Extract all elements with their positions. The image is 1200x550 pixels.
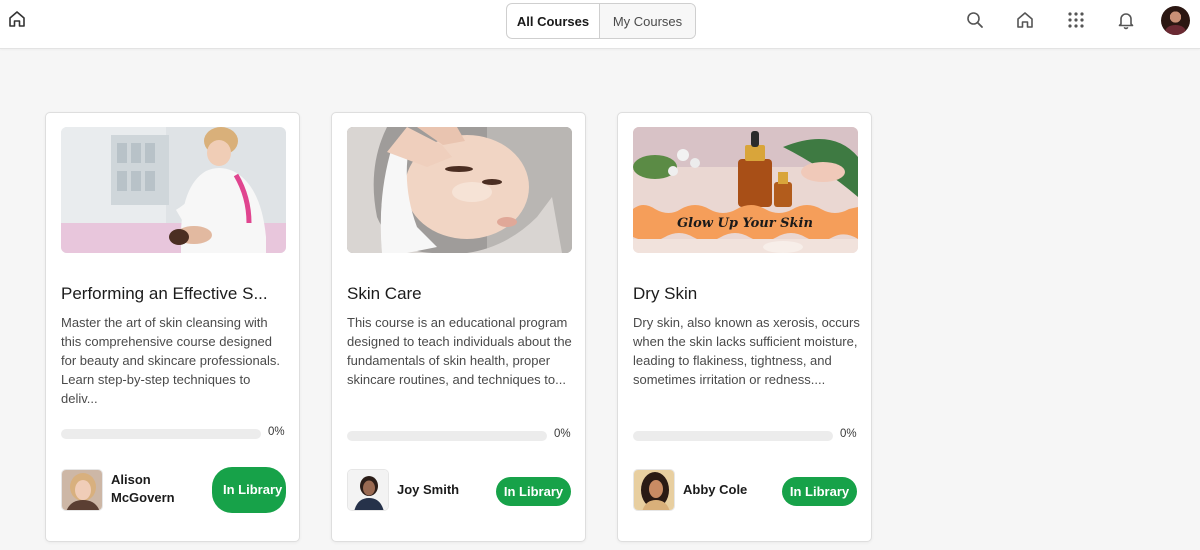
apps-grid-icon[interactable] [1066,10,1086,30]
user-avatar[interactable] [1161,6,1190,35]
course-thumbnail: Glow Up Your Skin [633,127,858,253]
in-library-button[interactable]: In Library [782,477,857,506]
course-card[interactable]: Glow Up Your Skin Dry Skin Dry skin, als… [617,112,872,542]
course-description: This course is an educational program de… [347,315,572,387]
home-icon[interactable] [1015,10,1035,30]
course-thumbnail [61,127,286,253]
author-name: Abby Cole [683,482,748,497]
progress-bar [347,431,547,441]
course-title[interactable]: Dry Skin [633,284,858,304]
home-icon[interactable] [7,9,27,29]
course-thumbnail [347,127,572,253]
course-filter-toggle: All Courses My Courses [506,3,696,39]
course-description: Dry skin, also known as xerosis, occurs … [633,315,860,387]
author-name: Joy Smith [397,482,460,497]
in-library-button[interactable]: In Library [496,477,571,506]
progress-bar [633,431,833,441]
progress-bar [61,429,261,439]
tab-my-courses[interactable]: My Courses [600,4,695,38]
in-library-button[interactable]: In Library [212,467,286,513]
course-description: Master the art of skin cleansing with th… [61,315,280,406]
course-title[interactable]: Performing an Effective S... [61,284,286,304]
author-avatar [633,469,675,511]
progress-percent: 0% [268,426,285,438]
top-navigation-bar: All Courses My Courses [0,0,1200,49]
bell-icon[interactable] [1116,10,1136,30]
course-title[interactable]: Skin Care [347,284,572,304]
progress-percent: 0% [840,428,857,440]
author-name: Alison McGovern [111,472,175,505]
search-icon[interactable] [965,10,985,30]
course-card[interactable]: Skin Care This course is an educational … [331,112,586,542]
progress-percent: 0% [554,428,571,440]
tab-all-courses[interactable]: All Courses [507,4,600,38]
author-avatar [347,469,389,511]
course-card[interactable]: Performing an Effective S... Master the … [45,112,300,542]
svg-text:Glow Up Your Skin: Glow Up Your Skin [677,216,813,231]
author-avatar [61,469,103,511]
